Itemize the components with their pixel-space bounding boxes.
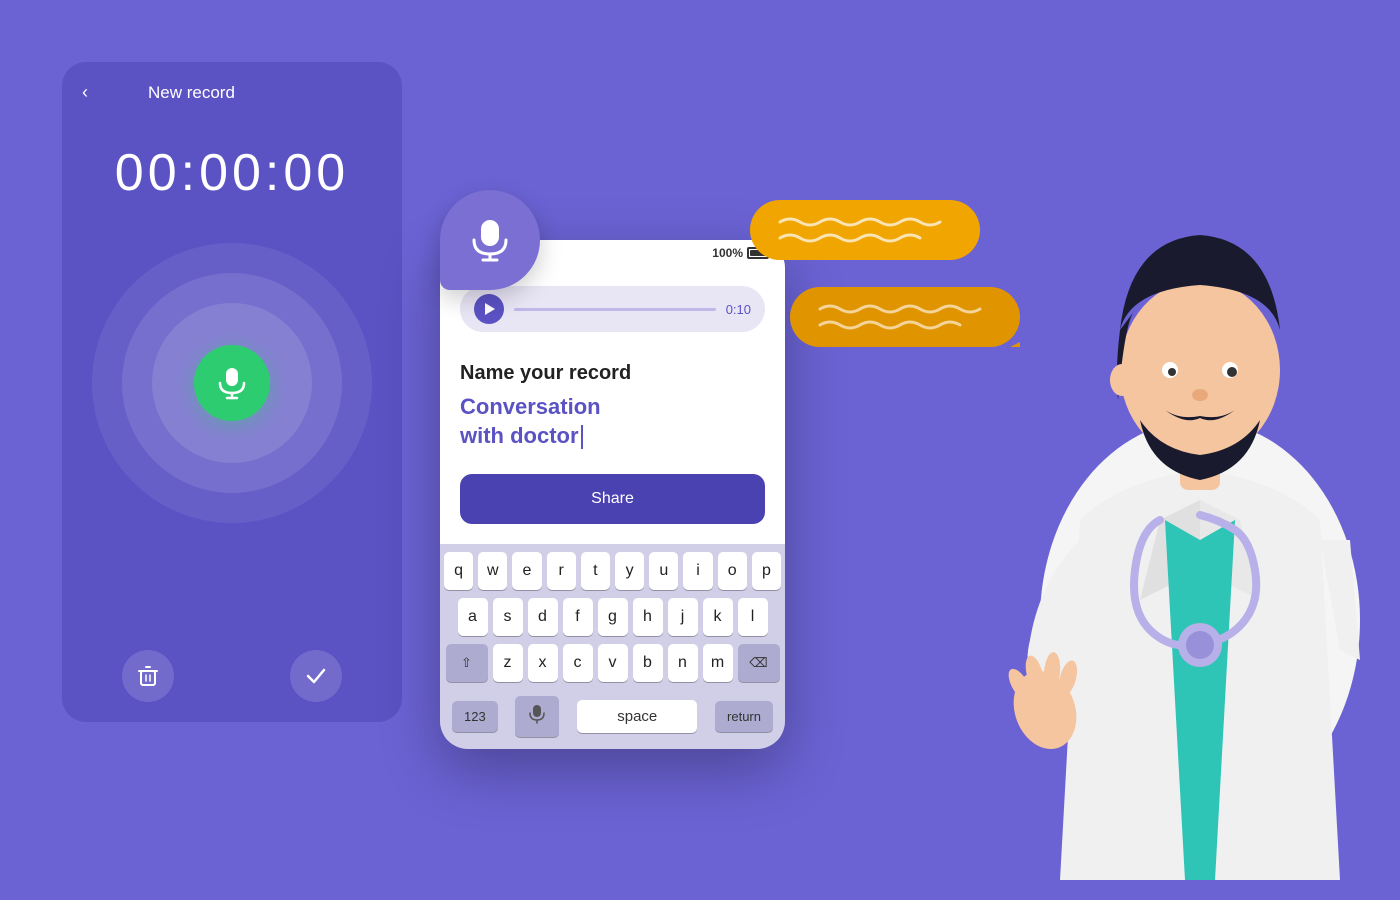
keyboard[interactable]: q w e r t y u i o p a s d f g h j k l ⇧ … [440,544,785,749]
check-icon [305,665,327,687]
doctor-svg [1000,100,1400,880]
key-h[interactable]: h [633,598,663,636]
mic-key[interactable] [515,696,559,737]
phone-header: ‹ New record [82,82,382,103]
key-e[interactable]: e [512,552,541,590]
key-z[interactable]: z [493,644,523,682]
key-p[interactable]: p [752,552,781,590]
key-x[interactable]: x [528,644,558,682]
numbers-key[interactable]: 123 [452,701,498,732]
key-k[interactable]: k [703,598,733,636]
phone-bottom-actions [82,650,382,702]
key-w[interactable]: w [478,552,507,590]
key-u[interactable]: u [649,552,678,590]
keyboard-mic-icon [529,704,545,724]
key-y[interactable]: y [615,552,644,590]
key-i[interactable]: i [683,552,712,590]
phone-content: 0:10 Name your record Conversation with … [440,266,785,544]
speech-bubble-2 [780,287,1020,358]
key-b[interactable]: b [633,644,663,682]
shift-key[interactable]: ⇧ [446,644,488,682]
space-key[interactable]: space [577,700,697,733]
timer-display: 00:00:00 [115,143,349,203]
back-button[interactable]: ‹ [82,82,88,103]
delete-key[interactable]: ⌫ [738,644,780,682]
key-m[interactable]: m [703,644,733,682]
confirm-button[interactable] [290,650,342,702]
speech-bubbles [750,200,1020,358]
record-name-line2: with doctor [460,423,579,448]
key-t[interactable]: t [581,552,610,590]
name-label: Name your record [460,362,765,385]
record-name-line1: Conversation [460,394,601,419]
keyboard-bottom-bar: 123 space return [444,690,781,745]
key-o[interactable]: o [718,552,747,590]
key-d[interactable]: d [528,598,558,636]
share-button[interactable]: Share [460,474,765,524]
text-cursor [581,425,583,449]
doctor-illustration [1000,100,1400,800]
record-name-input[interactable]: Conversation with doctor [460,393,765,450]
mic-bubble-icon [466,216,514,264]
keyboard-row-3: ⇧ z x c v b n m ⌫ [444,644,781,682]
battery-percent: 100% [712,246,743,260]
audio-player[interactable]: 0:10 [460,286,765,332]
key-r[interactable]: r [547,552,576,590]
mic-icon [215,366,249,400]
key-j[interactable]: j [668,598,698,636]
key-n[interactable]: n [668,644,698,682]
key-g[interactable]: g [598,598,628,636]
left-phone-mockup: ‹ New record 00:00:00 [62,62,402,722]
circles-container [92,243,372,523]
key-s[interactable]: s [493,598,523,636]
key-a[interactable]: a [458,598,488,636]
mic-bubble [440,190,540,290]
keyboard-row-2: a s d f g h j k l [444,598,781,636]
bubble-2-svg [780,287,1020,353]
audio-duration: 0:10 [726,302,751,317]
key-v[interactable]: v [598,644,628,682]
key-q[interactable]: q [444,552,473,590]
mic-button[interactable] [194,345,270,421]
key-c[interactable]: c [563,644,593,682]
trash-icon [137,665,159,687]
bubble-1-svg [750,200,990,266]
phone-title: New record [148,83,235,103]
middle-phone-mockup: 9:41 AM 100% 0:10 Name your record Conve… [440,240,785,749]
return-key[interactable]: return [715,701,773,732]
mic-bubble-bg [440,190,540,290]
delete-button[interactable] [122,650,174,702]
key-l[interactable]: l [738,598,768,636]
speech-bubble-1 [750,200,1020,271]
play-icon [485,303,495,315]
keyboard-row-1: q w e r t y u i o p [444,552,781,590]
audio-progress-bar[interactable] [514,308,716,311]
key-f[interactable]: f [563,598,593,636]
play-button[interactable] [474,294,504,324]
